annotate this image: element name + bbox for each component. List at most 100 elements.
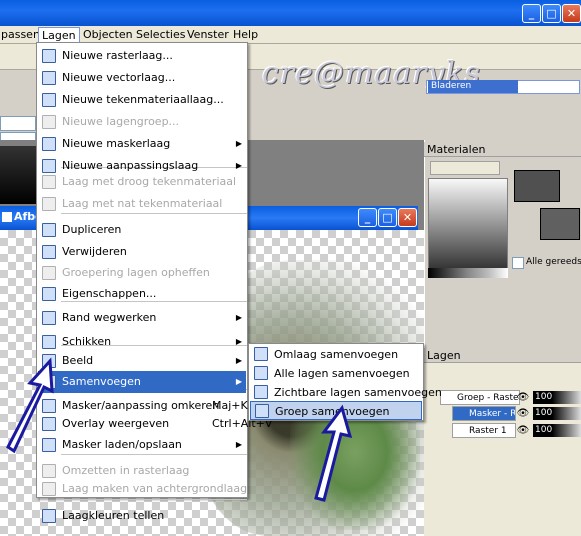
minimize-button[interactable]: _ (522, 4, 541, 23)
menu-item-label: Laagkleuren tellen (62, 509, 165, 522)
layer-icon (42, 335, 56, 349)
menu-item-eigenschappen[interactable]: Eigenschappen... (38, 283, 246, 305)
menu-item-label: Nieuwe tekenmateriaallaag... (62, 93, 224, 106)
option-field[interactable] (0, 116, 36, 131)
image-maximize-button[interactable]: □ (378, 208, 397, 227)
lagen-menu: Nieuwe rasterlaag... Nieuwe vectorlaag...… (36, 42, 272, 523)
layer-icon (42, 287, 56, 301)
menu-help[interactable]: Help (230, 27, 261, 43)
menu-item-label: Laag maken van achtergrondlaag (62, 482, 248, 495)
menu-item-nieuwe-rasterlaag[interactable]: Nieuwe rasterlaag... (38, 45, 246, 67)
layer-icon (42, 49, 56, 63)
layer-icon (42, 311, 56, 325)
menu-item-label: Groepering lagen opheffen (62, 266, 210, 279)
submenu-arrow-icon: ▶ (235, 139, 242, 148)
color-swatch-picker[interactable] (428, 178, 508, 278)
all-tools-label: Alle gereedscha (526, 257, 581, 267)
menu-item-samenvoegen[interactable]: Samenvoegen ▶ (38, 371, 246, 393)
materials-tabs[interactable] (430, 161, 500, 175)
menu-item-label: Nieuwe vectorlaag... (62, 71, 176, 84)
background-window (0, 146, 40, 204)
menu-item-label: Verwijderen (62, 245, 127, 258)
submenu-arrow-icon: ▶ (235, 313, 242, 322)
submenu-arrow-icon: ▶ (235, 356, 242, 365)
merge-icon (254, 385, 268, 399)
annotation-arrow-right (314, 404, 353, 502)
visibility-eye-icon[interactable]: 👁 (516, 391, 530, 404)
layer-icon (42, 509, 56, 523)
visibility-eye-icon[interactable]: 👁 (516, 424, 530, 437)
layer-row[interactable]: Raster 1 (452, 423, 516, 438)
menu-item-overlay-weergeven[interactable]: Overlay weergeven Ctrl+Alt+V (38, 413, 272, 435)
maximize-button[interactable]: □ (542, 4, 561, 23)
image-icon (2, 212, 12, 222)
menu-item-groepering-lagen-opheffen: Groepering lagen opheffen (38, 262, 246, 284)
submenu-item-alle-lagen-samenvoegen[interactable]: Alle lagen samenvoegen (250, 364, 422, 383)
menu-item-label: Nieuwe lagengroep... (62, 115, 180, 128)
merge-icon (254, 347, 268, 361)
menu-objecten[interactable]: Objecten (80, 27, 136, 43)
visibility-eye-icon[interactable]: 👁 (516, 407, 530, 420)
layers-panel-title: Lagen (424, 348, 581, 363)
layer-icon (42, 175, 56, 189)
layers-panel (424, 363, 581, 536)
menu-item-masker-laden-opslaan[interactable]: Masker laden/opslaan ▶ (38, 434, 246, 456)
menu-item-nieuwe-maskerlaag[interactable]: Nieuwe maskerlaag ▶ (38, 133, 246, 155)
close-button[interactable]: ✕ (562, 4, 581, 23)
background-color[interactable] (540, 208, 580, 240)
submenu-item-label: Zichtbare lagen samenvoegen (274, 386, 442, 399)
layer-icon (42, 482, 56, 496)
merge-icon (254, 366, 268, 380)
layer-icon (42, 223, 56, 237)
menu-item-beeld[interactable]: Beeld ▶ (38, 350, 246, 372)
menu-item-laag-met-nat-tekenmateriaal: Laag met nat tekenmateriaal (38, 193, 246, 215)
menu-selecties[interactable]: Selecties (133, 27, 189, 43)
submenu-item-omlaag-samenvoegen[interactable]: Omlaag samenvoegen (250, 345, 422, 364)
menu-item-label: Nieuwe rasterlaag... (62, 49, 173, 62)
menu-item-label: Laag met droog tekenmateriaal (62, 175, 237, 188)
menu-item-label: Samenvoegen (62, 375, 141, 388)
submenu-arrow-icon: ▶ (235, 377, 242, 386)
submenu-arrow-icon: ▶ (235, 440, 242, 449)
menu-lagen[interactable]: Lagen (38, 27, 80, 43)
menu-item-rand-wegwerken[interactable]: Rand wegwerken ▶ (38, 307, 246, 329)
submenu-item-zichtbare-lagen-samenvoegen[interactable]: Zichtbare lagen samenvoegen (250, 383, 442, 402)
menu-item-verwijderen[interactable]: Verwijderen (38, 241, 246, 263)
image-close-button[interactable]: ✕ (398, 208, 417, 227)
layer-icon (42, 464, 56, 478)
menu-venster[interactable]: Venster (184, 27, 232, 43)
merge-icon (255, 404, 269, 418)
grayscale-strip[interactable] (428, 268, 508, 278)
layer-row-selected[interactable]: Masker - Ra (452, 406, 516, 421)
opacity-slider[interactable]: 100 (533, 424, 581, 437)
materials-panel-title: Materialen (424, 142, 581, 157)
menu-item-nieuwe-lagengroep: Nieuwe lagengroep... (38, 111, 246, 133)
browser-panel-title: Bladeren (428, 80, 518, 93)
menu-aanpassen[interactable]: passen (0, 27, 43, 43)
menu-item-label: Laag met nat tekenmateriaal (62, 197, 223, 210)
image-minimize-button[interactable]: _ (358, 208, 377, 227)
foreground-color[interactable] (514, 170, 560, 202)
menu-item-nieuwe-vectorlaag[interactable]: Nieuwe vectorlaag... (38, 67, 246, 89)
layer-icon (42, 245, 56, 259)
submenu-item-label: Alle lagen samenvoegen (274, 367, 410, 380)
layers-toolbar (428, 366, 578, 384)
menu-item-label: Nieuwe maskerlaag (62, 137, 171, 150)
menu-item-laag-maken-van-achtergrondlaag: Laag maken van achtergrondlaag (38, 478, 248, 500)
all-tools-checkbox[interactable] (512, 257, 524, 269)
opacity-slider[interactable]: 100 (533, 391, 581, 404)
layer-icon (42, 266, 56, 280)
layer-icon (42, 115, 56, 129)
opacity-slider[interactable]: 100 (533, 407, 581, 420)
layer-icon (42, 93, 56, 107)
menu-item-label: Overlay weergeven (62, 417, 170, 430)
app-title-bar: _ □ ✕ (0, 0, 581, 26)
annotation-arrow-left (6, 357, 54, 454)
menu-item-nieuwe-tekenmateriaallaag[interactable]: Nieuwe tekenmateriaallaag... (38, 89, 246, 111)
layer-icon (42, 197, 56, 211)
menu-item-laagkleuren-tellen[interactable]: Laagkleuren tellen (38, 505, 246, 527)
menu-item-dupliceren[interactable]: Dupliceren (38, 219, 246, 241)
layer-row[interactable]: Groep - Raster (440, 390, 520, 405)
menu-item-label: Beeld (62, 354, 94, 367)
menu-item-label: Schikken (62, 335, 112, 348)
